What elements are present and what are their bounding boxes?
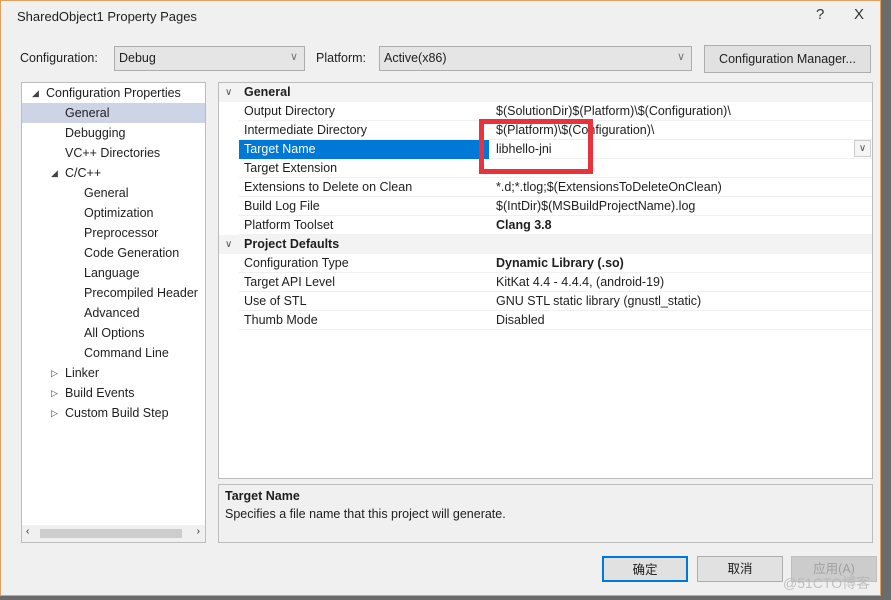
- tree-item[interactable]: Preprocessor: [84, 223, 158, 243]
- tree-item[interactable]: Optimization: [84, 203, 153, 223]
- chevron-down-icon[interactable]: ∨: [225, 235, 232, 254]
- tree-item-label: Configuration Properties: [46, 86, 181, 100]
- expand-arrow-icon[interactable]: ▷: [51, 363, 58, 383]
- property-value: Clang 3.8: [496, 218, 552, 232]
- section-title: General: [244, 85, 291, 99]
- description-title: Target Name: [225, 489, 300, 503]
- tree-item[interactable]: General: [84, 183, 128, 203]
- tree-item-label: Precompiled Header: [84, 286, 198, 300]
- scrollbar-thumb[interactable]: [40, 529, 182, 538]
- property-name: Extensions to Delete on Clean: [244, 180, 413, 194]
- tree-item-label: General: [84, 186, 129, 200]
- collapse-arrow-icon[interactable]: ◢: [32, 83, 39, 103]
- property-name: Target API Level: [244, 275, 336, 289]
- watermark: @51CTO博客: [783, 575, 871, 591]
- tree-item[interactable]: All Options: [84, 323, 144, 343]
- tree-item-label: Build Events: [65, 386, 135, 400]
- tree-item-label: C/C++: [65, 166, 102, 180]
- description-text: Specifies a file name that this project …: [225, 507, 506, 521]
- chevron-down-icon[interactable]: ∨: [225, 83, 232, 102]
- property-row[interactable]: Target API Level KitKat 4.4 - 4.4.4, (and…: [239, 273, 872, 292]
- section-header[interactable]: ∨ Project Defaults: [219, 235, 872, 254]
- chevron-down-icon: ∨: [676, 51, 685, 63]
- tree-item-label: VC++ Directories: [65, 146, 161, 160]
- configuration-value: Debug: [119, 51, 156, 65]
- tree-item-label: Advanced: [84, 306, 140, 320]
- ok-button[interactable]: 确定: [602, 556, 688, 582]
- tree-item[interactable]: Precompiled Header: [84, 283, 198, 303]
- close-button[interactable]: X: [854, 6, 864, 23]
- property-value: Disabled: [496, 313, 545, 327]
- tree-item[interactable]: Code Generation: [84, 243, 179, 263]
- tree-item[interactable]: ◢ Configuration Properties: [32, 83, 181, 103]
- tree-item-label: Debugging: [65, 126, 126, 140]
- cancel-button[interactable]: 取消: [697, 556, 783, 582]
- tree-item-label: Custom Build Step: [65, 406, 169, 420]
- tree-item[interactable]: Advanced: [84, 303, 140, 323]
- help-button[interactable]: ?: [816, 6, 824, 23]
- tree-item[interactable]: General: [22, 103, 205, 123]
- target-name-dropdown-button[interactable]: ∨: [854, 140, 871, 157]
- property-name: Build Log File: [244, 199, 320, 213]
- tree-item-label: General: [65, 106, 110, 120]
- property-name: Thumb Mode: [244, 313, 318, 327]
- tree-item-label: Code Generation: [84, 246, 180, 260]
- property-value: Dynamic Library (.so): [496, 256, 624, 270]
- property-row[interactable]: Extensions to Delete on Clean *.d;*.tlog;…: [239, 178, 872, 197]
- tree-item[interactable]: Language: [84, 263, 140, 283]
- tree-item-label: Command Line: [84, 346, 169, 360]
- property-name: Target Name: [239, 140, 489, 159]
- window-title: SharedObject1 Property Pages: [17, 9, 197, 24]
- property-row[interactable]: Configuration Type Dynamic Library (.so): [239, 254, 872, 273]
- property-name: Configuration Type: [244, 256, 349, 270]
- tree-item[interactable]: Debugging: [65, 123, 125, 143]
- tree-item[interactable]: ▷ Custom Build Step: [51, 403, 169, 423]
- platform-label: Platform:: [316, 51, 367, 65]
- highlight-box: [479, 119, 593, 174]
- tree-item[interactable]: ◢ C/C++: [51, 163, 102, 183]
- tree-item-label: All Options: [84, 326, 145, 340]
- section-title: Project Defaults: [244, 237, 340, 251]
- platform-value: Active(x86): [384, 51, 447, 65]
- property-row[interactable]: Platform Toolset Clang 3.8: [239, 216, 872, 235]
- scroll-right-icon[interactable]: ›: [197, 526, 200, 537]
- configuration-select[interactable]: Debug ∨: [114, 46, 305, 71]
- configuration-label: Configuration:: [20, 51, 98, 65]
- property-name: Platform Toolset: [244, 218, 334, 232]
- configuration-manager-button[interactable]: Configuration Manager...: [704, 45, 871, 73]
- property-pages-dialog: SharedObject1 Property Pages ? X Configu…: [0, 0, 881, 596]
- chevron-down-icon: ∨: [289, 51, 298, 63]
- tree-item-label: Optimization: [84, 206, 154, 220]
- platform-select[interactable]: Active(x86) ∨: [379, 46, 692, 71]
- tree-item-label: Language: [84, 266, 140, 280]
- property-row[interactable]: Use of STL GNU STL static library (gnustl…: [239, 292, 872, 311]
- tree-item-label: Linker: [65, 366, 100, 380]
- property-value: $(IntDir)$(MSBuildProjectName).log: [496, 199, 696, 213]
- property-row[interactable]: Build Log File $(IntDir)$(MSBuildProjectN…: [239, 197, 872, 216]
- tree-item-label: Preprocessor: [84, 226, 159, 240]
- tree-item[interactable]: ▷ Build Events: [51, 383, 135, 403]
- section-header[interactable]: ∨ General: [219, 83, 872, 102]
- expand-arrow-icon[interactable]: ▷: [51, 383, 58, 403]
- property-tree: ‹ › ◢ Configuration Properties General Debu…: [21, 82, 206, 543]
- tree-item[interactable]: ▷ Linker: [51, 363, 100, 383]
- collapse-arrow-icon[interactable]: ◢: [51, 163, 58, 183]
- property-value: *.d;*.tlog;$(ExtensionsToDeleteOnClean): [496, 180, 722, 194]
- horizontal-scrollbar[interactable]: ‹ ›: [22, 525, 205, 542]
- tree-item[interactable]: VC++ Directories: [65, 143, 160, 163]
- property-value: GNU STL static library (gnustl_static): [496, 294, 702, 308]
- property-name: Target Extension: [244, 161, 338, 175]
- property-name: Intermediate Directory: [244, 123, 367, 137]
- description-panel: Target Name Specifies a file name that t…: [218, 484, 873, 543]
- tree-item[interactable]: Command Line: [84, 343, 169, 363]
- scroll-left-icon[interactable]: ‹: [26, 526, 29, 537]
- property-name: Output Directory: [244, 104, 336, 118]
- property-value: KitKat 4.4 - 4.4.4, (android-19): [496, 275, 665, 289]
- expand-arrow-icon[interactable]: ▷: [51, 403, 58, 423]
- property-name: Use of STL: [244, 294, 307, 308]
- property-row[interactable]: Thumb Mode Disabled: [239, 311, 872, 330]
